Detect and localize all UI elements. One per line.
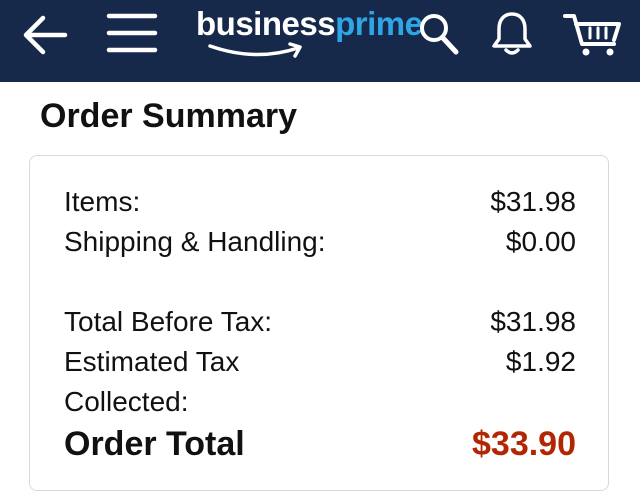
search-icon [420, 14, 459, 55]
summary-row-tax: Estimated Tax Collected: $1.92 [64, 342, 576, 422]
summary-row-items: Items: $31.98 [64, 182, 576, 222]
top-navigation-bar: businessprime [0, 0, 640, 82]
cart-icon [563, 14, 621, 56]
order-total-value: $33.90 [472, 425, 576, 463]
order-summary-title: Order Summary [40, 97, 297, 135]
summary-row-order-total: Order Total $33.90 [64, 422, 576, 466]
business-prime-logo[interactable]: businessprime [196, 4, 446, 64]
bell-icon [492, 12, 532, 55]
smile-arrow-icon [208, 42, 302, 58]
shipping-label: Shipping & Handling: [64, 226, 326, 257]
shipping-value: $0.00 [505, 226, 576, 257]
order-summary-card: Items: $31.98 Shipping & Handling: $0.00… [29, 155, 609, 491]
tax-value: $1.92 [505, 346, 576, 377]
menu-button[interactable] [104, 8, 160, 58]
before-tax-value: $31.98 [490, 306, 576, 337]
logo-prime-text: prime [335, 5, 423, 42]
notifications-button[interactable] [488, 8, 536, 58]
cart-button[interactable] [560, 8, 626, 60]
back-arrow-icon [23, 15, 68, 55]
hamburger-menu-icon [106, 13, 158, 53]
before-tax-label: Total Before Tax: [64, 306, 273, 337]
tax-label: Estimated Tax Collected: [64, 346, 240, 417]
search-button[interactable] [416, 8, 462, 58]
summary-row-before-tax: Total Before Tax: $31.98 [64, 302, 576, 342]
logo-business-text: business [196, 5, 336, 42]
summary-row-shipping: Shipping & Handling: $0.00 [64, 222, 576, 302]
items-value: $31.98 [490, 186, 576, 217]
order-total-label: Order Total [64, 425, 245, 463]
items-label: Items: [64, 186, 141, 217]
back-button[interactable] [14, 10, 74, 60]
